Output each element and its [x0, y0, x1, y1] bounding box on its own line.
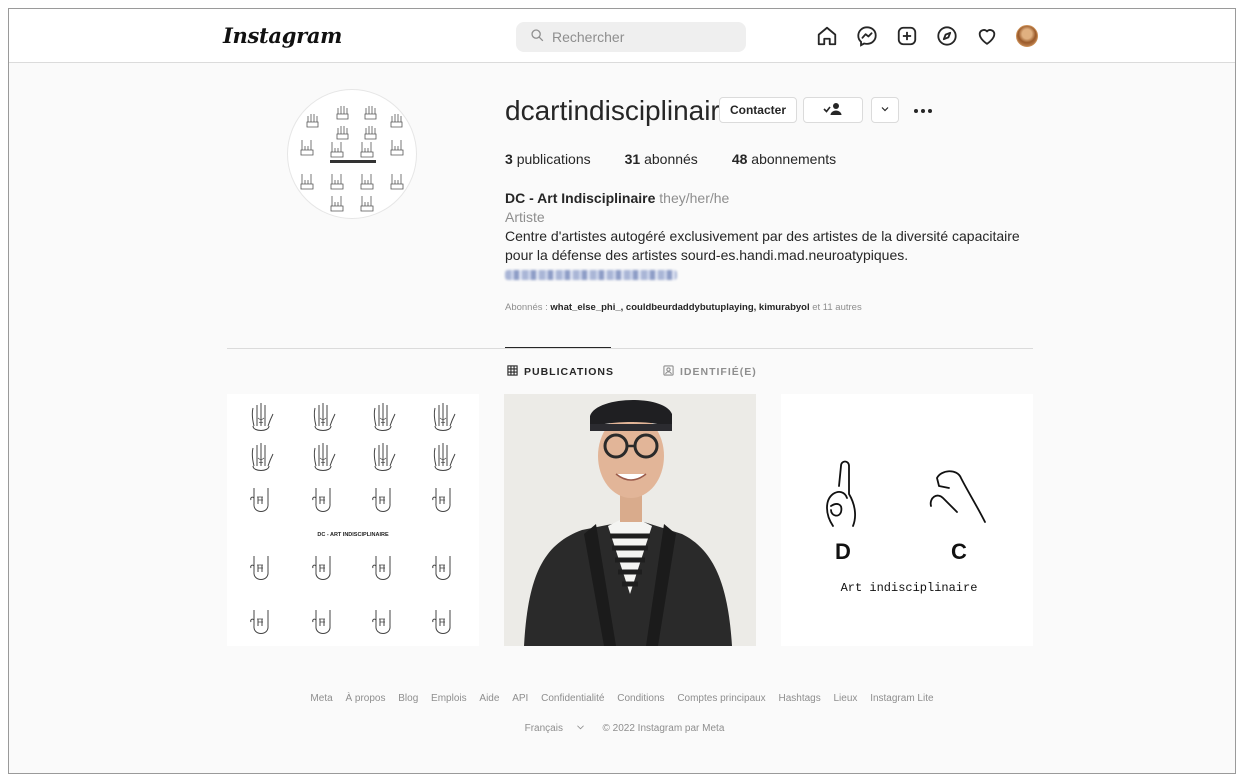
dc-sign-language-logo-icon: D C Art indisciplinaire	[826, 460, 986, 595]
search-input[interactable]	[552, 29, 722, 45]
nav-icons	[815, 24, 1039, 48]
post-3-letter-c: C	[951, 539, 967, 564]
footer-link[interactable]: Comptes principaux	[677, 693, 765, 704]
chevron-down-icon	[576, 723, 585, 734]
top-nav: Instagram	[9, 9, 1235, 63]
blurred-email-link[interactable]	[505, 270, 677, 280]
tab-tagged-label: IDENTIFIÉ(E)	[680, 366, 757, 378]
following-button[interactable]	[803, 97, 863, 123]
hands-pattern-icon	[300, 106, 404, 212]
tabs-divider	[227, 348, 1033, 349]
tab-publications-label: PUBLICATIONS	[524, 366, 614, 378]
stat-followers[interactable]: 31 abonnés	[625, 151, 698, 167]
language-selector[interactable]: Français	[520, 723, 590, 734]
followed-by-suffix: et 11 autres	[809, 302, 862, 313]
followed-by[interactable]: Abonnés : what_else_phi_, couldbeurdaddy…	[505, 302, 862, 313]
heart-icon[interactable]	[975, 24, 999, 48]
tab-tagged[interactable]: IDENTIFIÉ(E)	[663, 365, 757, 379]
grid-icon	[507, 365, 518, 379]
post-1-caption: DC - ART INDISCIPLINAIRE	[317, 532, 389, 538]
search-icon	[530, 28, 544, 47]
stat-following[interactable]: 48 abonnements	[732, 151, 836, 167]
active-tab-indicator	[505, 347, 611, 348]
post-3-caption: Art indisciplinaire	[841, 581, 978, 595]
copyright: © 2022 Instagram par Meta	[602, 723, 725, 734]
messenger-icon[interactable]	[855, 24, 879, 48]
post-3-letter-d: D	[835, 539, 851, 564]
search-bar[interactable]	[516, 22, 746, 52]
tab-publications[interactable]: PUBLICATIONS	[507, 365, 614, 379]
user-avatar-icon	[1016, 25, 1038, 47]
footer-bottom: Français © 2022 Instagram par Meta	[9, 723, 1235, 734]
language-label: Français	[524, 723, 563, 734]
footer-link[interactable]: À propos	[345, 693, 385, 704]
footer-links: Meta À propos Blog Emplois Aide API Conf…	[9, 693, 1235, 704]
bio-line-2: pour la défense des artistes sourd-es.ha…	[505, 247, 909, 263]
footer-link[interactable]: Hashtags	[778, 693, 820, 704]
user-check-icon	[823, 102, 843, 119]
footer-link[interactable]: Meta	[310, 693, 332, 704]
profile-bio: DC - Art Indisciplinaire they/her/he Art…	[505, 189, 1065, 285]
stat-publications: 3 publications	[505, 151, 591, 167]
followed-by-names: what_else_phi_, couldbeurdaddybutuplayin…	[550, 302, 810, 313]
post-3[interactable]: D C Art indisciplinaire	[781, 394, 1033, 646]
profile-stats: 3 publications 31 abonnés 48 abonnements	[505, 151, 836, 167]
instagram-logo[interactable]: Instagram	[223, 23, 342, 48]
footer-link[interactable]: Confidentialité	[541, 693, 604, 704]
footer-link[interactable]: Aide	[479, 693, 499, 704]
footer-link[interactable]: Lieux	[834, 693, 858, 704]
portrait-photo-icon	[504, 394, 756, 646]
new-post-icon[interactable]	[895, 24, 919, 48]
chevron-down-icon	[880, 103, 890, 117]
profile-category: Artiste	[505, 209, 545, 225]
tagged-portrait-icon	[663, 365, 674, 379]
profile-picture[interactable]	[287, 89, 417, 219]
footer-link[interactable]: Emplois	[431, 693, 467, 704]
bio-line-1: Centre d'artistes autogéré exclusivement…	[505, 228, 1020, 244]
footer-link[interactable]: Blog	[398, 693, 418, 704]
display-name: DC - Art Indisciplinaire	[505, 190, 656, 206]
profile-avatar[interactable]	[1015, 24, 1039, 48]
followed-by-prefix: Abonnés :	[505, 302, 551, 313]
browser-frame: Instagram Rechercher dcartindisciplinair…	[8, 8, 1236, 774]
post-1[interactable]: DC - ART INDISCIPLINAIRE	[227, 394, 479, 646]
contact-button[interactable]: Contacter	[719, 97, 797, 123]
more-options-button[interactable]	[909, 97, 937, 123]
profile-username: dcartindisciplinaire	[505, 95, 736, 126]
suggestions-dropdown-button[interactable]	[871, 97, 899, 123]
footer-link[interactable]: Instagram Lite	[870, 693, 933, 704]
footer-link[interactable]: API	[512, 693, 528, 704]
pronouns: they/her/he	[659, 190, 730, 206]
explore-icon[interactable]	[935, 24, 959, 48]
hands-grid-image-icon: DC - ART INDISCIPLINAIRE	[250, 402, 456, 634]
footer-link[interactable]: Conditions	[617, 693, 664, 704]
post-2[interactable]	[504, 394, 756, 646]
home-icon[interactable]	[815, 24, 839, 48]
more-dots-icon	[913, 101, 933, 119]
